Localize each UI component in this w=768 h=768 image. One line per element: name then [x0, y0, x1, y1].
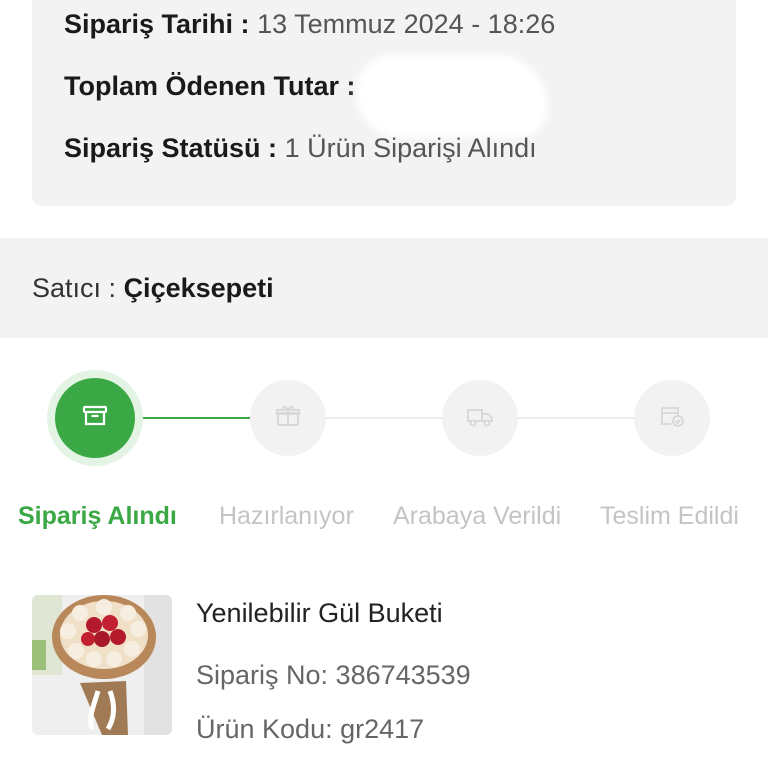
- gift-box-icon: [275, 404, 301, 433]
- tracker-line-2: [518, 417, 634, 419]
- step-shipped: [442, 380, 518, 456]
- step-delivered: [634, 380, 710, 456]
- product-image[interactable]: [32, 595, 172, 735]
- order-date-value: 13 Temmuz 2024 - 18:26: [257, 9, 556, 39]
- order-status-value: 1 Ürün Siparişi Alındı: [284, 133, 537, 163]
- box-check-icon: [659, 404, 685, 433]
- step-label-delivered: Teslim Edildi: [600, 502, 739, 530]
- order-number: Sipariş No: 386743539: [196, 660, 471, 690]
- order-summary-card: Sipariş Tarihi : 13 Temmuz 2024 - 18:26 …: [32, 0, 736, 206]
- order-status-row: Sipariş Statüsü : 1 Ürün Siparişi Alındı: [64, 133, 537, 164]
- step-order-received: [55, 378, 135, 458]
- order-date-label: Sipariş Tarihi :: [64, 9, 250, 39]
- tracker-line-1: [326, 417, 442, 419]
- seller-bar: Satıcı : Çiçeksepeti: [0, 238, 768, 338]
- seller-row: Satıcı : Çiçeksepeti: [32, 273, 274, 304]
- order-total-label: Toplam Ödenen Tutar :: [64, 71, 356, 101]
- product-title[interactable]: Yenilebilir Gül Buketi: [196, 598, 443, 629]
- order-date-row: Sipariş Tarihi : 13 Temmuz 2024 - 18:26: [64, 9, 555, 40]
- product-code: Ürün Kodu: gr2417: [196, 714, 425, 744]
- order-status-label: Sipariş Statüsü :: [64, 133, 278, 163]
- archive-box-icon: [82, 404, 108, 433]
- order-total-row: Toplam Ödenen Tutar :: [64, 71, 356, 102]
- seller-label: Satıcı :: [32, 273, 117, 303]
- tracker-line-done: [134, 417, 250, 419]
- redacted-scribble: [362, 60, 542, 132]
- step-label-order-received: Sipariş Alındı: [18, 502, 177, 530]
- delivery-truck-icon: [466, 404, 494, 433]
- step-preparing: [250, 380, 326, 456]
- step-label-preparing: Hazırlanıyor: [219, 502, 354, 530]
- seller-name[interactable]: Çiçeksepeti: [124, 273, 274, 303]
- step-label-shipped: Arabaya Verildi: [393, 502, 562, 530]
